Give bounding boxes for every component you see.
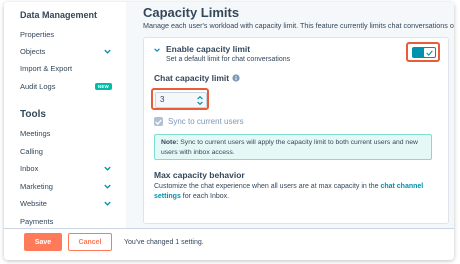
stepper-highlight: 3 [151,88,209,110]
sidebar-item-label: Marketing [20,181,53,191]
sidebar-item-label: Properties [20,29,55,39]
sidebar-item-label: Calling [20,146,43,156]
sidebar-item-marketing[interactable]: Marketing [20,179,112,193]
max-text-after: for each Inbox. [180,193,230,200]
chevron-down-icon [104,184,111,189]
save-button[interactable]: Save [24,233,62,251]
settings-window: Data Management Properties Objects Impor… [4,2,454,260]
check-icon [426,50,433,56]
chevron-down-icon [104,49,111,54]
sidebar: Data Management Properties Objects Impor… [4,2,116,260]
stepper-arrows [196,93,204,107]
sidebar-item-import-export[interactable]: Import & Export [20,61,112,75]
sidebar-item-audit-logs[interactable]: Audit Logs NEW [20,79,112,93]
sidebar-item-label: Payments [20,216,54,226]
sidebar-item-meetings[interactable]: Meetings [20,126,112,140]
toggle-knob [424,48,435,57]
sync-checkbox[interactable] [154,117,163,126]
sidebar-item-objects[interactable]: Objects [20,44,112,58]
sidebar-item-inbox[interactable]: Inbox [20,161,112,175]
capacity-card: Enable capacity limit Set a default limi… [143,37,449,224]
sidebar-item-label: Website [20,198,47,208]
sync-current-users[interactable]: Sync to current users [154,117,244,126]
check-icon [155,118,162,125]
page-description: Manage each user's workload with capacit… [143,21,454,30]
footer-bar: Save Cancel You've changed 1 setting. [4,228,454,260]
sidebar-item-properties[interactable]: Properties [20,27,112,41]
sidebar-item-calling[interactable]: Calling [20,144,112,158]
max-capacity-description: Customize the chat experience when all u… [154,182,440,202]
note-box: Note: Sync to current users will apply t… [154,134,432,160]
sidebar-item-label: Meetings [20,128,51,138]
cancel-button[interactable]: Cancel [68,233,112,251]
capacity-label: Chat capacity limit [154,73,240,83]
main-panel: Capacity Limits Manage each user's workl… [126,2,454,228]
sidebar-item-label: Objects [20,46,46,56]
capacity-value: 3 [160,95,165,104]
chevron-down-icon [104,166,111,171]
capacity-stepper[interactable]: 3 [155,92,207,108]
sidebar-item-label: Inbox [20,163,39,173]
max-text-before: Customize the chat experience when all u… [154,183,381,190]
changes-status: You've changed 1 setting. [124,239,204,246]
page-title: Capacity Limits [143,5,240,20]
note-text: Sync to current users will apply the cap… [161,139,418,156]
enable-capacity-subtitle: Set a default limit for chat conversatio… [166,56,291,63]
max-capacity-title: Max capacity behavior [154,170,245,180]
chevron-down-icon [104,201,111,206]
sidebar-item-payments[interactable]: Payments [20,214,112,228]
sidebar-item-label: Import & Export [20,63,73,73]
toggle-highlight [406,42,440,62]
chevron-down-icon[interactable] [196,100,204,106]
sidebar-heading-data-management: Data Management [20,10,98,20]
info-icon[interactable] [232,74,240,82]
enable-capacity-title: Enable capacity limit [166,44,251,54]
sidebar-item-label: Audit Logs [20,81,56,91]
note-prefix: Note: [161,139,179,146]
sidebar-item-website[interactable]: Website [20,196,112,210]
chevron-down-icon[interactable] [153,46,161,54]
sidebar-heading-tools: Tools [20,109,46,120]
capacity-label-text: Chat capacity limit [154,73,230,83]
enable-capacity-toggle[interactable] [412,47,436,58]
new-badge: NEW [94,82,112,90]
sync-label: Sync to current users [168,117,244,126]
chevron-up-icon[interactable] [196,95,204,100]
